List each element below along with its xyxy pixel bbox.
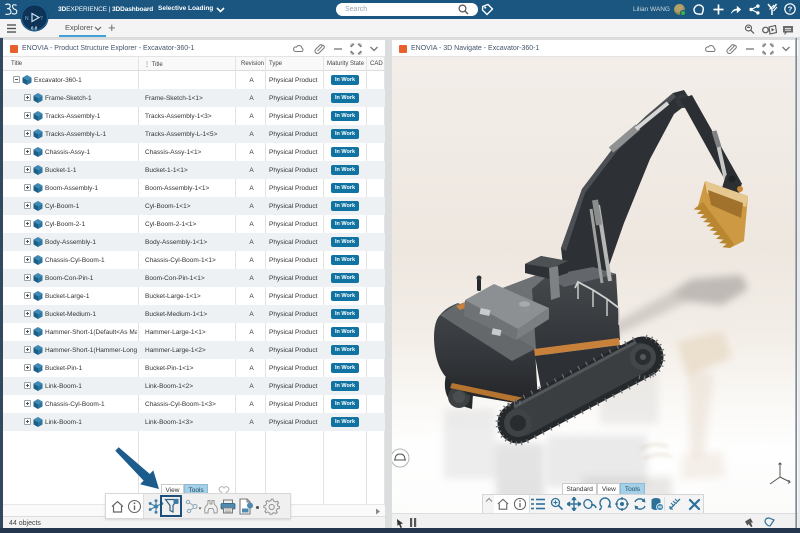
svg-text:N: N	[25, 16, 29, 22]
svg-text:?: ?	[788, 5, 793, 14]
svg-text:?: ?	[40, 16, 43, 22]
svg-text:6.8: 6.8	[31, 26, 38, 31]
